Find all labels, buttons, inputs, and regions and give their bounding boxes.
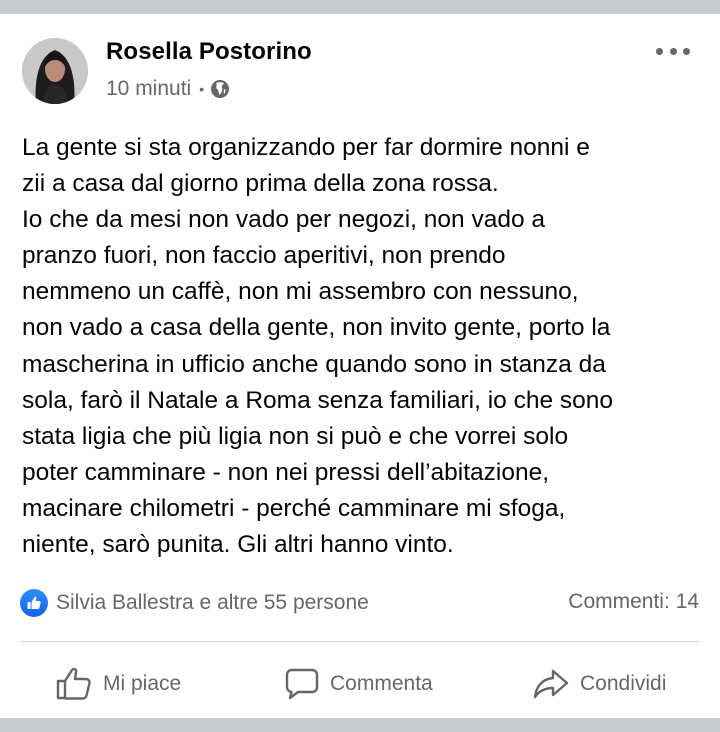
post-text-line: poter camminare - non nei pressi dell’ab…	[22, 458, 550, 486]
post-text-line: La gente si sta organizzando per far dor…	[22, 134, 590, 161]
post-text-line: stata ligia che più ligia non si può e c…	[22, 422, 569, 450]
post-text-line: non vado a casa della gente, non invito …	[22, 314, 611, 342]
post-text-line: nemmeno un caffè, non mi assembro con ne…	[22, 278, 579, 306]
post-text-line: sola, farò il Natale a Roma senza famili…	[22, 386, 614, 414]
post-text: La gente si sta organizzando per far dor…	[22, 130, 712, 563]
comments-count[interactable]: Commenti: 14	[568, 590, 699, 614]
post-text-line: zii a casa dal giorno prima della zona r…	[22, 170, 499, 198]
reaction-summary[interactable]: Silvia Ballestra e altre 55 persone	[20, 589, 369, 617]
post-text-line: mascherina in ufficio anche quando sono …	[22, 350, 606, 378]
share-label: Condividi	[580, 672, 667, 695]
comment-icon	[285, 668, 319, 700]
author-name[interactable]: Rosella Postorino	[106, 38, 312, 66]
post-text-line: pranzo fuori, non faccio aperitivi, non …	[22, 242, 506, 270]
share-button[interactable]: Condividi	[532, 666, 666, 702]
post-card: Rosella Postorino 10 minuti • La gente s…	[0, 14, 720, 718]
post-meta: 10 minuti •	[106, 77, 230, 101]
more-options-icon[interactable]	[656, 36, 690, 66]
like-label: Mi piace	[103, 672, 182, 695]
thumbs-up-icon	[56, 667, 91, 700]
like-button[interactable]: Mi piace	[55, 666, 181, 702]
post-text-line: niente, sarò punita. Gli altri hanno vin…	[22, 531, 454, 559]
post-timestamp[interactable]: 10 minuti	[106, 77, 191, 101]
meta-separator: •	[199, 81, 205, 97]
globe-icon[interactable]	[210, 79, 230, 99]
post-text-line: macinare chilometri - perché camminare m…	[22, 494, 566, 522]
post-text-line: Io che da mesi non vado per negozi, non …	[22, 206, 546, 234]
like-reaction-icon	[20, 589, 48, 617]
share-arrow-icon	[533, 669, 569, 699]
author-avatar[interactable]	[22, 38, 88, 104]
divider	[20, 641, 700, 642]
comment-button[interactable]: Commenta	[284, 666, 433, 702]
comment-label: Commenta	[330, 672, 433, 695]
reaction-summary-text: Silvia Ballestra e altre 55 persone	[56, 591, 369, 614]
